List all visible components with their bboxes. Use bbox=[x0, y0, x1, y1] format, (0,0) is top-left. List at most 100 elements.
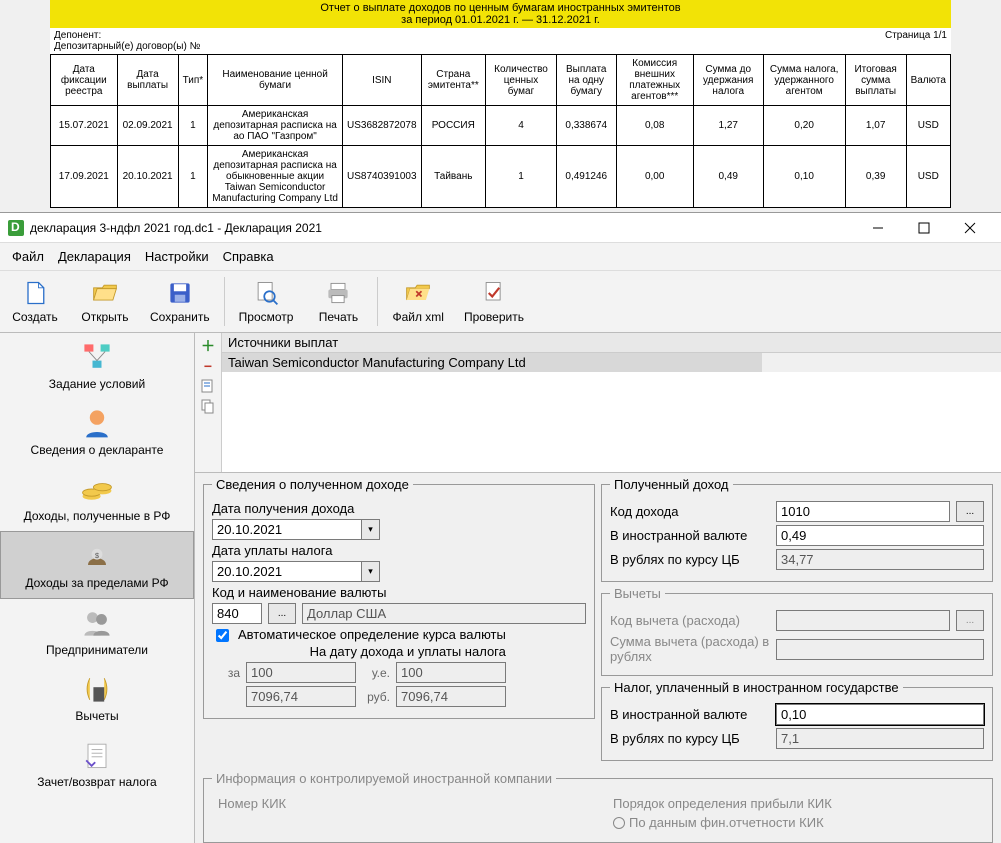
report-title-line1: Отчет о выплате доходов по ценным бумага… bbox=[320, 2, 680, 14]
report-header-cell: Валюта bbox=[906, 55, 950, 106]
ftax-fc-label: В иностранной валюте bbox=[610, 707, 770, 722]
sources-empty-area bbox=[222, 372, 1001, 472]
currency-lookup-button[interactable]: ... bbox=[268, 603, 296, 624]
save-button[interactable]: Сохранить bbox=[140, 275, 220, 328]
auto-rate-checkbox[interactable] bbox=[216, 629, 229, 642]
report-header-cell: Страна эмитента** bbox=[421, 55, 485, 106]
report-title: Отчет о выплате доходов по ценным бумага… bbox=[50, 0, 951, 28]
report-cell: 0,338674 bbox=[556, 106, 616, 146]
report-cell: 1 bbox=[486, 146, 557, 208]
menu-declaration[interactable]: Декларация bbox=[58, 249, 131, 264]
income-info-fieldset: Сведения о полученном доходе Дата получе… bbox=[203, 477, 595, 719]
sidebar-item-offset[interactable]: Зачет/возврат налога bbox=[0, 731, 194, 797]
date-tax-input[interactable]: 20.10.2021 bbox=[212, 561, 362, 582]
source-item[interactable]: Taiwan Semiconductor Manufacturing Compa… bbox=[222, 353, 762, 372]
rate3-field: 7096,74 bbox=[246, 686, 356, 707]
deduction-sum-label: Сумма вычета (расхода) в рублях bbox=[610, 634, 770, 664]
sidebar-label: Предприниматели bbox=[46, 643, 148, 657]
sidebar-item-income-rf[interactable]: Доходы, полученные в РФ bbox=[0, 465, 194, 531]
kik-legend: Информация о контролируемой иностранной … bbox=[212, 771, 556, 786]
date-received-dropdown[interactable] bbox=[362, 519, 380, 540]
sidebar-item-entrepreneurs[interactable]: Предприниматели bbox=[0, 599, 194, 665]
copy-source-button[interactable] bbox=[199, 397, 217, 415]
deduction-code-input bbox=[776, 610, 950, 631]
svg-text:$: $ bbox=[95, 551, 99, 560]
received-income-fieldset: Полученный доход Код дохода 1010 ... В и… bbox=[601, 477, 993, 582]
report-cell: 15.07.2021 bbox=[51, 106, 118, 146]
print-label: Печать bbox=[319, 310, 358, 324]
date-tax-dropdown[interactable] bbox=[362, 561, 380, 582]
deduction-lookup-button[interactable]: ... bbox=[956, 610, 984, 631]
page-indicator: Страница 1/1 bbox=[885, 30, 947, 52]
income-code-input[interactable]: 1010 bbox=[776, 501, 950, 522]
sidebar-item-deductions[interactable]: Вычеты bbox=[0, 665, 194, 731]
deductions-legend: Вычеты bbox=[610, 586, 665, 601]
foreign-tax-fieldset: Налог, уплаченный в иностранном государс… bbox=[601, 680, 993, 761]
create-button[interactable]: Создать bbox=[0, 275, 70, 328]
income-fc-label: В иностранной валюте bbox=[610, 528, 770, 543]
close-button[interactable] bbox=[947, 213, 993, 243]
sidebar-label: Доходы за пределами РФ bbox=[25, 576, 168, 590]
menubar: Файл Декларация Настройки Справка bbox=[0, 243, 1001, 270]
deductions-fieldset: Вычеты Код вычета (расхода) ... Сумма вы… bbox=[601, 586, 993, 676]
report-row: 17.09.202120.10.20211Американская депози… bbox=[51, 146, 951, 208]
report-cell: РОССИЯ bbox=[421, 106, 485, 146]
add-source-button[interactable]: ＋ bbox=[199, 337, 217, 355]
maximize-button[interactable] bbox=[901, 213, 947, 243]
income-code-label: Код дохода bbox=[610, 504, 770, 519]
income-code-lookup-button[interactable]: ... bbox=[956, 501, 984, 522]
rate2-field: 100 bbox=[396, 662, 506, 683]
report-cell: Американская депозитарная расписка на ао… bbox=[208, 106, 343, 146]
report-cell: 02.09.2021 bbox=[117, 106, 178, 146]
ftax-fc-input[interactable]: 0,10 bbox=[776, 704, 984, 725]
sidebar-item-conditions[interactable]: Задание условий bbox=[0, 333, 194, 399]
received-legend: Полученный доход bbox=[610, 477, 733, 492]
remove-source-button[interactable]: − bbox=[199, 357, 217, 375]
rate1-field: 100 bbox=[246, 662, 356, 683]
sidebar-item-income-foreign[interactable]: $ Доходы за пределами РФ bbox=[0, 531, 194, 599]
check-button[interactable]: Проверить bbox=[454, 275, 534, 328]
report-header-cell: Комиссия внешних платежных агентов*** bbox=[616, 55, 693, 106]
sidebar-item-declarant[interactable]: Сведения о декларанте bbox=[0, 399, 194, 465]
toolbar: Создать Открыть Сохранить Просмотр Печат… bbox=[0, 270, 1001, 333]
sidebar-label: Зачет/возврат налога bbox=[37, 775, 156, 789]
currency-code-input[interactable]: 840 bbox=[212, 603, 262, 624]
report-cell: Тайвань bbox=[421, 146, 485, 208]
kik-order-label: Порядок определения прибыли КИК bbox=[613, 796, 978, 811]
report-cell: 4 bbox=[486, 106, 557, 146]
edit-source-button[interactable] bbox=[199, 377, 217, 395]
report-table: Дата фиксации реестраДата выплатыТип*Наи… bbox=[50, 54, 951, 208]
deduction-code-label: Код вычета (расхода) bbox=[610, 613, 770, 628]
report-cell: 0,39 bbox=[845, 146, 906, 208]
report-cell: Американская депозитарная расписка на об… bbox=[208, 146, 343, 208]
kik-fieldset: Информация о контролируемой иностранной … bbox=[203, 771, 993, 843]
minimize-button[interactable] bbox=[855, 213, 901, 243]
window-title: декларация 3-ндфл 2021 год.dc1 - Деклара… bbox=[30, 221, 855, 235]
menu-file[interactable]: Файл bbox=[12, 249, 44, 264]
app-icon bbox=[8, 220, 24, 236]
kik-radio-1[interactable] bbox=[613, 817, 625, 829]
print-button[interactable]: Печать bbox=[303, 275, 373, 328]
sidebar-label: Задание условий bbox=[49, 377, 145, 391]
report-header-cell: Сумма налога, удержанного агентом bbox=[763, 55, 845, 106]
report-header-cell: Тип* bbox=[178, 55, 208, 106]
xml-button[interactable]: Файл xml bbox=[382, 275, 454, 328]
rate-date-label: На дату дохода и уплаты налога bbox=[238, 644, 506, 659]
save-label: Сохранить bbox=[150, 310, 210, 324]
xml-label: Файл xml bbox=[392, 310, 444, 324]
open-button[interactable]: Открыть bbox=[70, 275, 140, 328]
create-label: Создать bbox=[12, 310, 58, 324]
report-cell: 0,49 bbox=[693, 146, 763, 208]
income-fc-input[interactable]: 0,49 bbox=[776, 525, 984, 546]
rate-rub-label: руб. bbox=[362, 690, 390, 704]
date-received-label: Дата получения дохода bbox=[212, 501, 354, 516]
titlebar: декларация 3-ндфл 2021 год.dc1 - Деклара… bbox=[0, 213, 1001, 243]
preview-button[interactable]: Просмотр bbox=[229, 275, 304, 328]
sidebar-label: Вычеты bbox=[75, 709, 118, 723]
date-received-input[interactable]: 20.10.2021 bbox=[212, 519, 362, 540]
currency-name: Доллар США bbox=[302, 603, 586, 624]
menu-help[interactable]: Справка bbox=[223, 249, 274, 264]
menu-settings[interactable]: Настройки bbox=[145, 249, 209, 264]
sidebar-label: Сведения о декларанте bbox=[31, 443, 164, 457]
deduction-sum-input bbox=[776, 639, 984, 660]
